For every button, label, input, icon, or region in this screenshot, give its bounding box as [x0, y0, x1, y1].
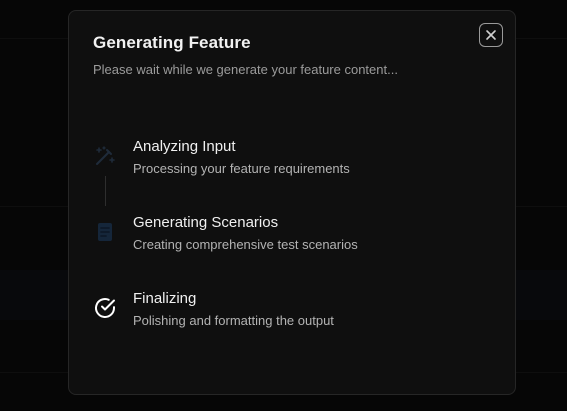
- check-circle-icon: [93, 296, 117, 320]
- close-button[interactable]: [479, 23, 503, 47]
- step-description: Polishing and formatting the output: [133, 313, 334, 328]
- step-description: Creating comprehensive test scenarios: [133, 237, 358, 252]
- step-title: Generating Scenarios: [133, 214, 279, 231]
- document-icon: [93, 220, 117, 244]
- dialog-title: Generating Feature: [93, 33, 251, 52]
- step-connector: [105, 176, 106, 206]
- dialog-subtitle: Please wait while we generate your featu…: [93, 62, 398, 77]
- step-description: Processing your feature requirements: [133, 161, 350, 176]
- close-icon: [486, 30, 496, 40]
- generating-feature-dialog: Generating Feature Please wait while we …: [68, 10, 516, 395]
- magic-wand-icon: [93, 144, 117, 168]
- step-title: Finalizing: [133, 290, 197, 307]
- step-title: Analyzing Input: [133, 138, 236, 155]
